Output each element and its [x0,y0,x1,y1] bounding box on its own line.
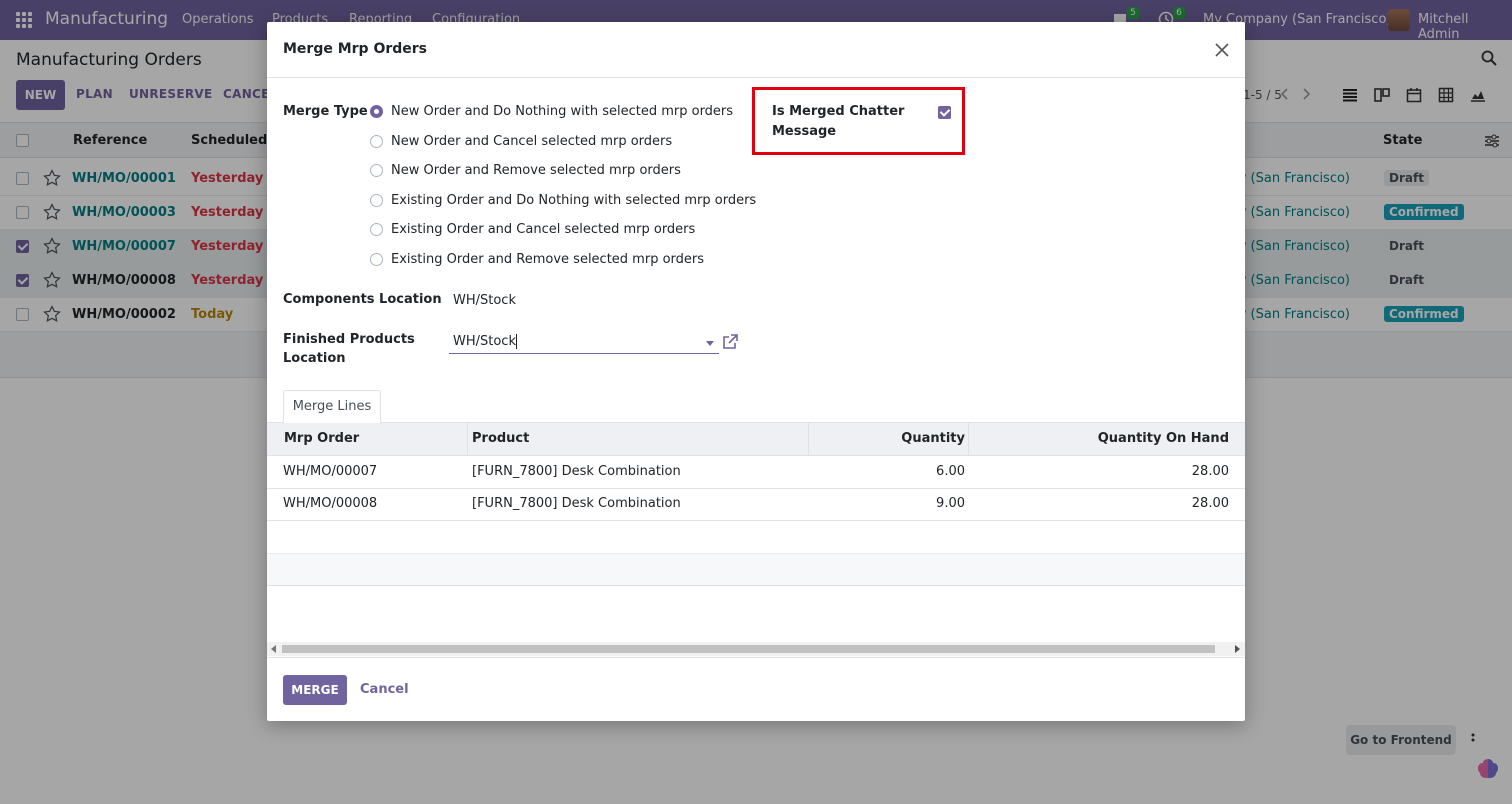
merge-lines-header: Mrp Order Product Quantity Quantity On H… [267,423,1245,456]
dropdown-caret-icon[interactable] [706,341,714,346]
tab-merge-lines[interactable]: Merge Lines [283,390,381,423]
scrollbar-thumb[interactable] [282,645,1215,653]
line-quantity-on-hand: 28.00 [1191,496,1229,511]
merge-line-row[interactable]: WH/MO/00008 [FURN_7800] Desk Combination 9… [267,488,1245,521]
merged-chatter-label-line1: Is Merged Chatter [772,104,905,119]
scroll-left-icon[interactable] [271,645,276,653]
merge-mrp-orders-dialog: Merge Mrp Orders Merge Type New Order an… [267,22,1245,721]
merged-chatter-checkbox[interactable] [938,106,951,119]
merge-type-option-label[interactable]: New Order and Remove selected mrp orders [391,163,681,178]
external-link-icon[interactable] [721,333,739,351]
merge-type-radio[interactable] [370,104,383,118]
merge-type-radio[interactable] [370,193,383,207]
merge-type-option[interactable]: New Order and Cancel selected mrp orders [370,131,672,151]
merge-type-option[interactable]: Existing Order and Cancel selected mrp o… [370,219,695,239]
merge-type-radio[interactable] [370,163,383,177]
line-product: [FURN_7800] Desk Combination [472,464,681,479]
components-location-label: Components Location [283,292,442,307]
merge-type-option-label[interactable]: Existing Order and Do Nothing with selec… [391,193,756,208]
merge-type-radio[interactable] [370,222,383,236]
modal-header: Merge Mrp Orders [267,22,1245,78]
column-product[interactable]: Product [472,431,529,446]
modal-title: Merge Mrp Orders [283,41,428,57]
merge-type-option-label[interactable]: New Order and Cancel selected mrp orders [391,134,672,149]
line-mrp-order: WH/MO/00008 [283,496,378,511]
horizontal-scrollbar[interactable] [267,642,1245,656]
merge-type-radio[interactable] [370,134,383,148]
line-quantity: 9.00 [936,496,965,511]
line-quantity: 6.00 [936,464,965,479]
finished-location-input[interactable]: WH/Stock [453,334,517,349]
merge-type-option[interactable]: Existing Order and Do Nothing with selec… [370,190,756,210]
merged-chatter-label-line2: Message [772,124,837,139]
highlight-annotation-box [752,87,965,155]
merge-type-radio[interactable] [370,252,383,266]
merge-type-option-label[interactable]: Existing Order and Remove selected mrp o… [391,252,704,267]
merge-type-option-label[interactable]: New Order and Do Nothing with selected m… [391,104,733,119]
modal-footer: MERGE Cancel [267,657,1245,721]
merge-type-option[interactable]: New Order and Remove selected mrp orders [370,160,681,180]
line-mrp-order: WH/MO/00007 [283,464,378,479]
scroll-right-icon[interactable] [1235,645,1240,653]
merge-lines-empty-row [267,553,1245,586]
column-quantity-on-hand[interactable]: Quantity On Hand [972,431,1229,446]
merge-line-row[interactable]: WH/MO/00007 [FURN_7800] Desk Combination 6… [267,456,1245,489]
close-icon[interactable] [1213,41,1231,59]
finished-location-field[interactable]: WH/Stock [449,332,719,354]
finished-location-label-line2: Location [283,351,346,366]
finished-location-label-line1: Finished Products [283,332,415,347]
cancel-button[interactable]: Cancel [360,682,409,697]
merge-type-option[interactable]: Existing Order and Remove selected mrp o… [370,249,704,269]
line-quantity-on-hand: 28.00 [1191,464,1229,479]
merge-type-option-label[interactable]: Existing Order and Cancel selected mrp o… [391,222,695,237]
components-location-value: WH/Stock [453,293,516,308]
column-mrp-order[interactable]: Mrp Order [284,431,359,446]
line-product: [FURN_7800] Desk Combination [472,496,681,511]
merge-type-option[interactable]: New Order and Do Nothing with selected m… [370,101,733,121]
merge-type-label: Merge Type [283,104,368,119]
merge-button[interactable]: MERGE [283,675,347,705]
column-quantity[interactable]: Quantity [812,431,965,446]
